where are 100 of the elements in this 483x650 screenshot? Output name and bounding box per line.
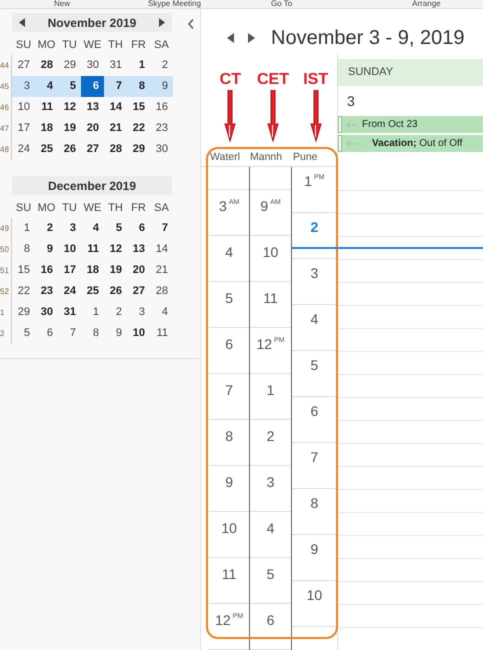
calendar-day[interactable]: 13 xyxy=(81,97,104,118)
calendar-day[interactable]: 18 xyxy=(81,260,104,281)
calendar-day[interactable]: 25 xyxy=(35,139,58,160)
calendar-day[interactable]: 24 xyxy=(58,281,81,302)
calendar-day[interactable]: 23 xyxy=(150,118,173,139)
calendar-day[interactable]: 27 xyxy=(12,55,35,76)
calendar-day[interactable]: 29 xyxy=(58,55,81,76)
calendar-day[interactable]: 3 xyxy=(58,218,81,239)
calendar-day[interactable]: 7 xyxy=(150,218,173,239)
week-row[interactable]: 24 25 26 27 28 29 30 xyxy=(11,139,173,160)
week-row[interactable]: 5 6 7 8 9 10 11 xyxy=(11,323,173,344)
calendar-day[interactable]: 28 xyxy=(104,139,127,160)
calendar-day[interactable]: 28 xyxy=(35,55,58,76)
calendar-day[interactable]: 25 xyxy=(81,281,104,302)
week-row[interactable]: 22 23 24 25 26 27 28 xyxy=(11,281,173,302)
calendar-day[interactable]: 19 xyxy=(58,118,81,139)
calendar-day[interactable]: 21 xyxy=(150,260,173,281)
calendar-day[interactable]: 28 xyxy=(150,281,173,302)
calendar-day[interactable]: 2 xyxy=(150,55,173,76)
week-row[interactable]: 10 11 12 13 14 15 16 xyxy=(11,97,173,118)
previous-icon[interactable] xyxy=(227,33,234,43)
hour-label-cell: 9 xyxy=(292,535,337,581)
calendar-day[interactable]: 18 xyxy=(35,118,58,139)
calendar-day[interactable]: 8 xyxy=(127,76,150,97)
calendar-day[interactable]: 16 xyxy=(35,260,58,281)
calendar-day[interactable]: 20 xyxy=(81,118,104,139)
calendar-day[interactable]: 4 xyxy=(35,76,58,97)
week-row[interactable]: 1 2 3 4 5 6 7 xyxy=(11,218,173,239)
calendar-day[interactable]: 30 xyxy=(81,55,104,76)
calendar-day[interactable]: 9 xyxy=(104,323,127,344)
calendar-day[interactable]: 19 xyxy=(104,260,127,281)
calendar-day[interactable]: 5 xyxy=(12,323,35,344)
calendar-day[interactable]: 10 xyxy=(127,323,150,344)
calendar-day[interactable]: 11 xyxy=(150,323,173,344)
calendar-day[interactable]: 14 xyxy=(150,239,173,260)
arrow-annotation xyxy=(266,90,280,142)
calendar-day[interactable]: 21 xyxy=(104,118,127,139)
calendar-day[interactable]: 3 xyxy=(12,76,35,97)
calendar-day[interactable]: 27 xyxy=(81,139,104,160)
hour-label-cell: 11 xyxy=(250,282,291,328)
calendar-day[interactable]: 29 xyxy=(12,302,35,323)
week-row[interactable]: 29 30 31 1 2 3 4 xyxy=(11,302,173,323)
calendar-day[interactable]: 5 xyxy=(104,218,127,239)
calendar-day[interactable]: 8 xyxy=(81,323,104,344)
weekday-label: SU xyxy=(14,38,32,50)
calendar-day[interactable]: 24 xyxy=(12,139,35,160)
week-row[interactable]: 15 16 17 18 19 20 21 xyxy=(11,260,173,281)
calendar-day[interactable]: 22 xyxy=(12,281,35,302)
calendar-day[interactable]: 1 xyxy=(81,302,104,323)
weekday-label: WE xyxy=(82,38,102,50)
calendar-day[interactable]: 30 xyxy=(35,302,58,323)
calendar-day[interactable]: 12 xyxy=(104,239,127,260)
week-number: 47 xyxy=(0,124,10,133)
all-day-event[interactable]: From Oct 23 xyxy=(338,116,483,133)
calendar-day[interactable]: 17 xyxy=(12,118,35,139)
calendar-day[interactable]: 14 xyxy=(104,97,127,118)
calendar-day[interactable]: 11 xyxy=(81,239,104,260)
calendar-day[interactable]: 27 xyxy=(127,281,150,302)
hour-label-cell: 9 xyxy=(209,466,250,512)
calendar-day[interactable]: 29 xyxy=(127,139,150,160)
calendar-day[interactable]: 6 xyxy=(127,218,150,239)
calendar-day[interactable]: 9 xyxy=(150,76,173,97)
calendar-day[interactable]: 8 xyxy=(12,239,35,260)
calendar-day[interactable]: 11 xyxy=(35,97,58,118)
calendar-day[interactable]: 22 xyxy=(127,118,150,139)
calendar-day[interactable]: 26 xyxy=(58,139,81,160)
calendar-day[interactable]: 6 xyxy=(81,76,104,97)
calendar-day[interactable]: 10 xyxy=(12,97,35,118)
hour-label-cell: 5 xyxy=(292,351,337,397)
calendar-day[interactable]: 5 xyxy=(58,76,81,97)
calendar-day[interactable]: 6 xyxy=(35,323,58,344)
calendar-day[interactable]: 4 xyxy=(150,302,173,323)
all-day-event[interactable]: Vacation; Out of Off xyxy=(338,135,483,152)
calendar-day[interactable]: 3 xyxy=(127,302,150,323)
calendar-day[interactable]: 7 xyxy=(104,76,127,97)
calendar-day[interactable]: 31 xyxy=(104,55,127,76)
calendar-day[interactable]: 1 xyxy=(127,55,150,76)
calendar-day[interactable]: 17 xyxy=(58,260,81,281)
week-row[interactable]: 8 9 10 11 12 13 14 xyxy=(11,239,173,260)
calendar-day[interactable]: 1 xyxy=(12,218,35,239)
calendar-day[interactable]: 20 xyxy=(127,260,150,281)
calendar-day[interactable]: 4 xyxy=(81,218,104,239)
hour-label-cell: 12$^{PM}$ xyxy=(250,328,291,374)
collapse-chevron-icon[interactable] xyxy=(188,19,194,29)
calendar-day[interactable]: 15 xyxy=(12,260,35,281)
calendar-day[interactable]: 13 xyxy=(127,239,150,260)
calendar-day[interactable]: 2 xyxy=(35,218,58,239)
calendar-day[interactable]: 10 xyxy=(58,239,81,260)
calendar-day[interactable]: 26 xyxy=(104,281,127,302)
calendar-day[interactable]: 2 xyxy=(104,302,127,323)
calendar-day[interactable]: 16 xyxy=(150,97,173,118)
calendar-day[interactable]: 31 xyxy=(58,302,81,323)
calendar-day[interactable]: 15 xyxy=(127,97,150,118)
calendar-day[interactable]: 7 xyxy=(58,323,81,344)
week-row[interactable]: 17 18 19 20 21 22 23 xyxy=(11,118,173,139)
calendar-day[interactable]: 12 xyxy=(58,97,81,118)
calendar-day[interactable]: 30 xyxy=(150,139,173,160)
next-icon[interactable] xyxy=(248,33,255,43)
calendar-day[interactable]: 23 xyxy=(35,281,58,302)
calendar-day[interactable]: 9 xyxy=(35,239,58,260)
